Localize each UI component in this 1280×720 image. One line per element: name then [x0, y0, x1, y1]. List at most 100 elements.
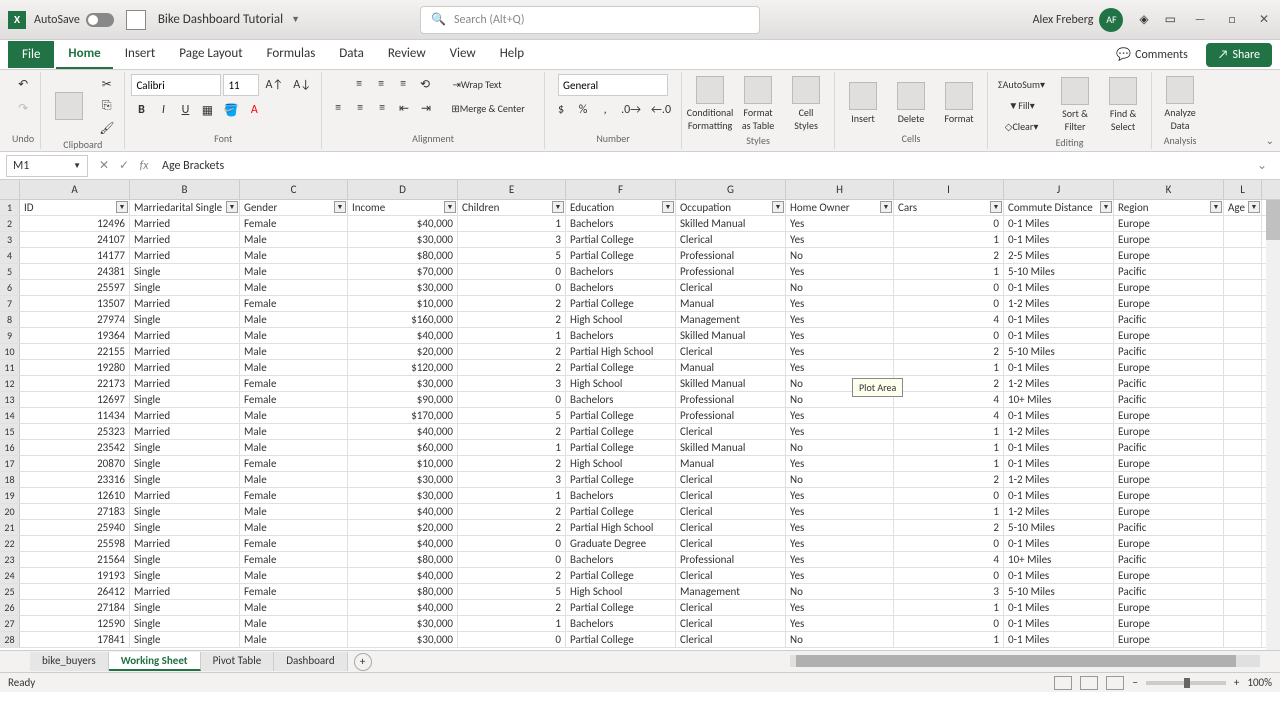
row-header[interactable]: 12 — [0, 376, 20, 391]
column-filter-header[interactable]: Education▼ — [566, 200, 676, 215]
cell[interactable]: $30,000 — [348, 232, 458, 247]
column-filter-header[interactable]: ID▼ — [20, 200, 130, 215]
autosave-toggle[interactable]: AutoSave — [34, 13, 114, 27]
cell[interactable]: 0 — [458, 552, 566, 567]
column-header-J[interactable]: J — [1004, 180, 1114, 199]
cell[interactable]: 2 — [458, 456, 566, 471]
column-filter-header[interactable]: Children▼ — [458, 200, 566, 215]
column-header-A[interactable]: A — [20, 180, 130, 199]
cell[interactable]: Clerical — [676, 344, 786, 359]
cell[interactable]: Professional — [676, 248, 786, 263]
cell[interactable]: 1-2 Miles — [1004, 424, 1114, 439]
cell[interactable]: 1 — [894, 600, 1004, 615]
tab-data[interactable]: Data — [327, 40, 376, 69]
minimize-button[interactable]: — — [1192, 12, 1208, 28]
row-header[interactable]: 27 — [0, 616, 20, 631]
search-box[interactable]: 🔍 Search (Alt+Q) — [420, 6, 760, 34]
cell[interactable]: Clerical — [676, 536, 786, 551]
cell[interactable] — [1224, 600, 1262, 615]
cell[interactable]: Male — [240, 440, 348, 455]
cell[interactable] — [1224, 408, 1262, 423]
increase-font-button[interactable]: A↑ — [261, 74, 287, 96]
cell[interactable]: High School — [566, 584, 676, 599]
cell[interactable]: 0 — [894, 216, 1004, 231]
cell[interactable]: Europe — [1114, 488, 1224, 503]
cell[interactable]: Male — [240, 344, 348, 359]
cell[interactable]: Europe — [1114, 456, 1224, 471]
cell[interactable]: 0 — [458, 280, 566, 295]
font-name-select[interactable] — [131, 74, 221, 96]
cell[interactable]: 1 — [458, 488, 566, 503]
cell[interactable]: 11434 — [20, 408, 130, 423]
cell[interactable] — [1224, 488, 1262, 503]
cell[interactable]: Female — [240, 376, 348, 391]
cell[interactable]: Single — [130, 264, 240, 279]
cell[interactable]: $170,000 — [348, 408, 458, 423]
cell[interactable]: $20,000 — [348, 520, 458, 535]
cell[interactable]: 12697 — [20, 392, 130, 407]
cell[interactable]: 22155 — [20, 344, 130, 359]
cell[interactable]: $40,000 — [348, 216, 458, 231]
row-header[interactable]: 18 — [0, 472, 20, 487]
row-header[interactable]: 23 — [0, 552, 20, 567]
cell[interactable]: Yes — [786, 488, 894, 503]
cell[interactable]: Male — [240, 520, 348, 535]
filter-dropdown-icon[interactable]: ▼ — [552, 201, 564, 213]
cell[interactable]: Female — [240, 216, 348, 231]
row-header[interactable]: 6 — [0, 280, 20, 295]
cell[interactable]: 25940 — [20, 520, 130, 535]
cell[interactable]: No — [786, 440, 894, 455]
cell[interactable]: 5 — [458, 408, 566, 423]
cell[interactable]: High School — [566, 312, 676, 327]
cell[interactable]: 0 — [458, 632, 566, 647]
cell[interactable]: 22173 — [20, 376, 130, 391]
cell[interactable]: Married — [130, 376, 240, 391]
cell[interactable]: Manual — [676, 360, 786, 375]
cell[interactable]: Married — [130, 232, 240, 247]
cell[interactable]: Pacific — [1114, 440, 1224, 455]
undo-button[interactable]: ↶ — [13, 74, 33, 94]
cell[interactable] — [1224, 472, 1262, 487]
cell[interactable]: Clerical — [676, 488, 786, 503]
merge-center-button[interactable]: ⊞ Merge & Center — [438, 98, 538, 118]
cell[interactable]: 0-1 Miles — [1004, 232, 1114, 247]
cell[interactable]: Pacific — [1114, 376, 1224, 391]
cell[interactable]: 0-1 Miles — [1004, 456, 1114, 471]
cell[interactable]: $40,000 — [348, 504, 458, 519]
cell[interactable]: Partial College — [566, 568, 676, 583]
cell[interactable]: Single — [130, 600, 240, 615]
cell[interactable]: $70,000 — [348, 264, 458, 279]
cell[interactable]: 0-1 Miles — [1004, 632, 1114, 647]
cell[interactable] — [1224, 232, 1262, 247]
tab-home[interactable]: Home — [56, 40, 112, 69]
cell[interactable]: 0 — [894, 488, 1004, 503]
row-header[interactable]: 24 — [0, 568, 20, 583]
font-size-select[interactable] — [223, 74, 259, 96]
filter-dropdown-icon[interactable]: ▼ — [116, 201, 128, 213]
cell[interactable]: 0-1 Miles — [1004, 488, 1114, 503]
cell[interactable]: Europe — [1114, 360, 1224, 375]
column-filter-header[interactable]: Commute Distance▼ — [1004, 200, 1114, 215]
insert-cells-button[interactable]: Insert — [841, 80, 885, 127]
enter-formula-button[interactable]: ✓ — [114, 156, 134, 176]
cell[interactable]: $10,000 — [348, 296, 458, 311]
horizontal-scrollbar[interactable] — [790, 655, 1260, 667]
column-header-H[interactable]: H — [786, 180, 894, 199]
save-icon[interactable] — [126, 10, 146, 30]
cell[interactable]: Male — [240, 616, 348, 631]
cell[interactable]: Pacific — [1114, 520, 1224, 535]
cell[interactable]: Bachelors — [566, 328, 676, 343]
cell[interactable]: $160,000 — [348, 312, 458, 327]
column-header-C[interactable]: C — [240, 180, 348, 199]
tab-formulas[interactable]: Formulas — [255, 40, 328, 69]
row-header[interactable]: 17 — [0, 456, 20, 471]
maximize-button[interactable]: □ — [1224, 12, 1240, 28]
tab-file[interactable]: File — [8, 41, 54, 68]
cell[interactable]: 25597 — [20, 280, 130, 295]
cell[interactable]: Yes — [786, 408, 894, 423]
font-color-button[interactable]: A — [244, 100, 264, 120]
cell[interactable]: 4 — [894, 552, 1004, 567]
cell[interactable] — [1224, 360, 1262, 375]
row-header[interactable]: 5 — [0, 264, 20, 279]
decrease-font-button[interactable]: A↓ — [289, 74, 315, 96]
